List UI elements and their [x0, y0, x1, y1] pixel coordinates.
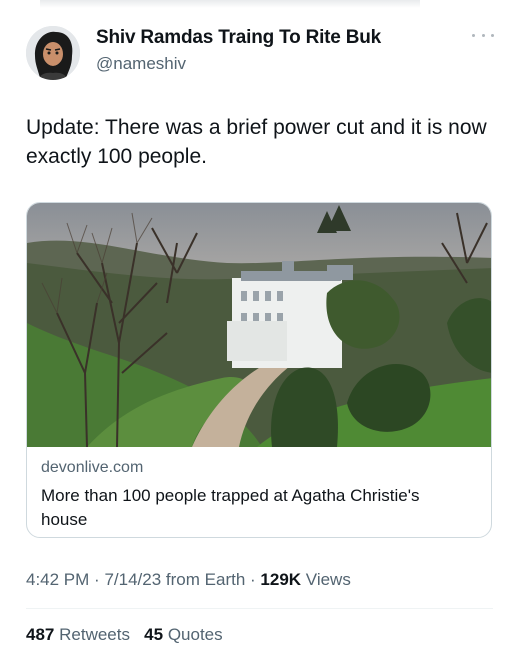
more-options-icon[interactable] — [472, 28, 494, 42]
retweets-count: 487 — [26, 625, 55, 644]
link-card[interactable]: devonlive.com More than 100 people trapp… — [26, 202, 492, 538]
tweet-date[interactable]: 7/14/23 — [104, 570, 161, 589]
previous-tweet-edge — [40, 0, 420, 8]
tweet-meta: 4:42 PM · 7/14/23 from Earth · 129K View… — [26, 570, 351, 590]
more-dot — [491, 33, 494, 37]
retweets-stat[interactable]: 487 Retweets — [26, 625, 130, 644]
quotes-count: 45 — [144, 625, 164, 644]
card-domain[interactable]: devonlive.com — [41, 459, 143, 477]
meta-separator: · — [94, 570, 100, 589]
meta-separator: · — [250, 570, 256, 589]
tweet-text: Update: There was a brief power cut and … — [26, 116, 487, 168]
tweet-source: from Earth — [165, 570, 246, 589]
card-title[interactable]: More than 100 people trapped at Agatha C… — [41, 484, 461, 532]
views-count: 129K — [260, 570, 302, 589]
divider — [26, 608, 493, 609]
quotes-label: Quotes — [167, 625, 223, 644]
engagement-stats: 487 Retweets 45 Quotes — [26, 625, 223, 645]
author-handle[interactable]: @nameshiv — [96, 54, 186, 74]
tweet-time[interactable]: 4:42 PM — [26, 570, 89, 589]
views-label: Views — [305, 570, 351, 589]
retweets-label: Retweets — [59, 625, 130, 644]
mansion-photo[interactable] — [27, 203, 491, 448]
quotes-stat[interactable]: 45 Quotes — [144, 625, 222, 644]
author-display-name[interactable]: Shiv Ramdas Traing To Rite Buk — [96, 27, 381, 49]
more-dot — [481, 33, 485, 37]
cartoon-avatar-icon — [26, 26, 80, 80]
avatar[interactable] — [26, 26, 80, 80]
more-dot — [472, 33, 475, 37]
